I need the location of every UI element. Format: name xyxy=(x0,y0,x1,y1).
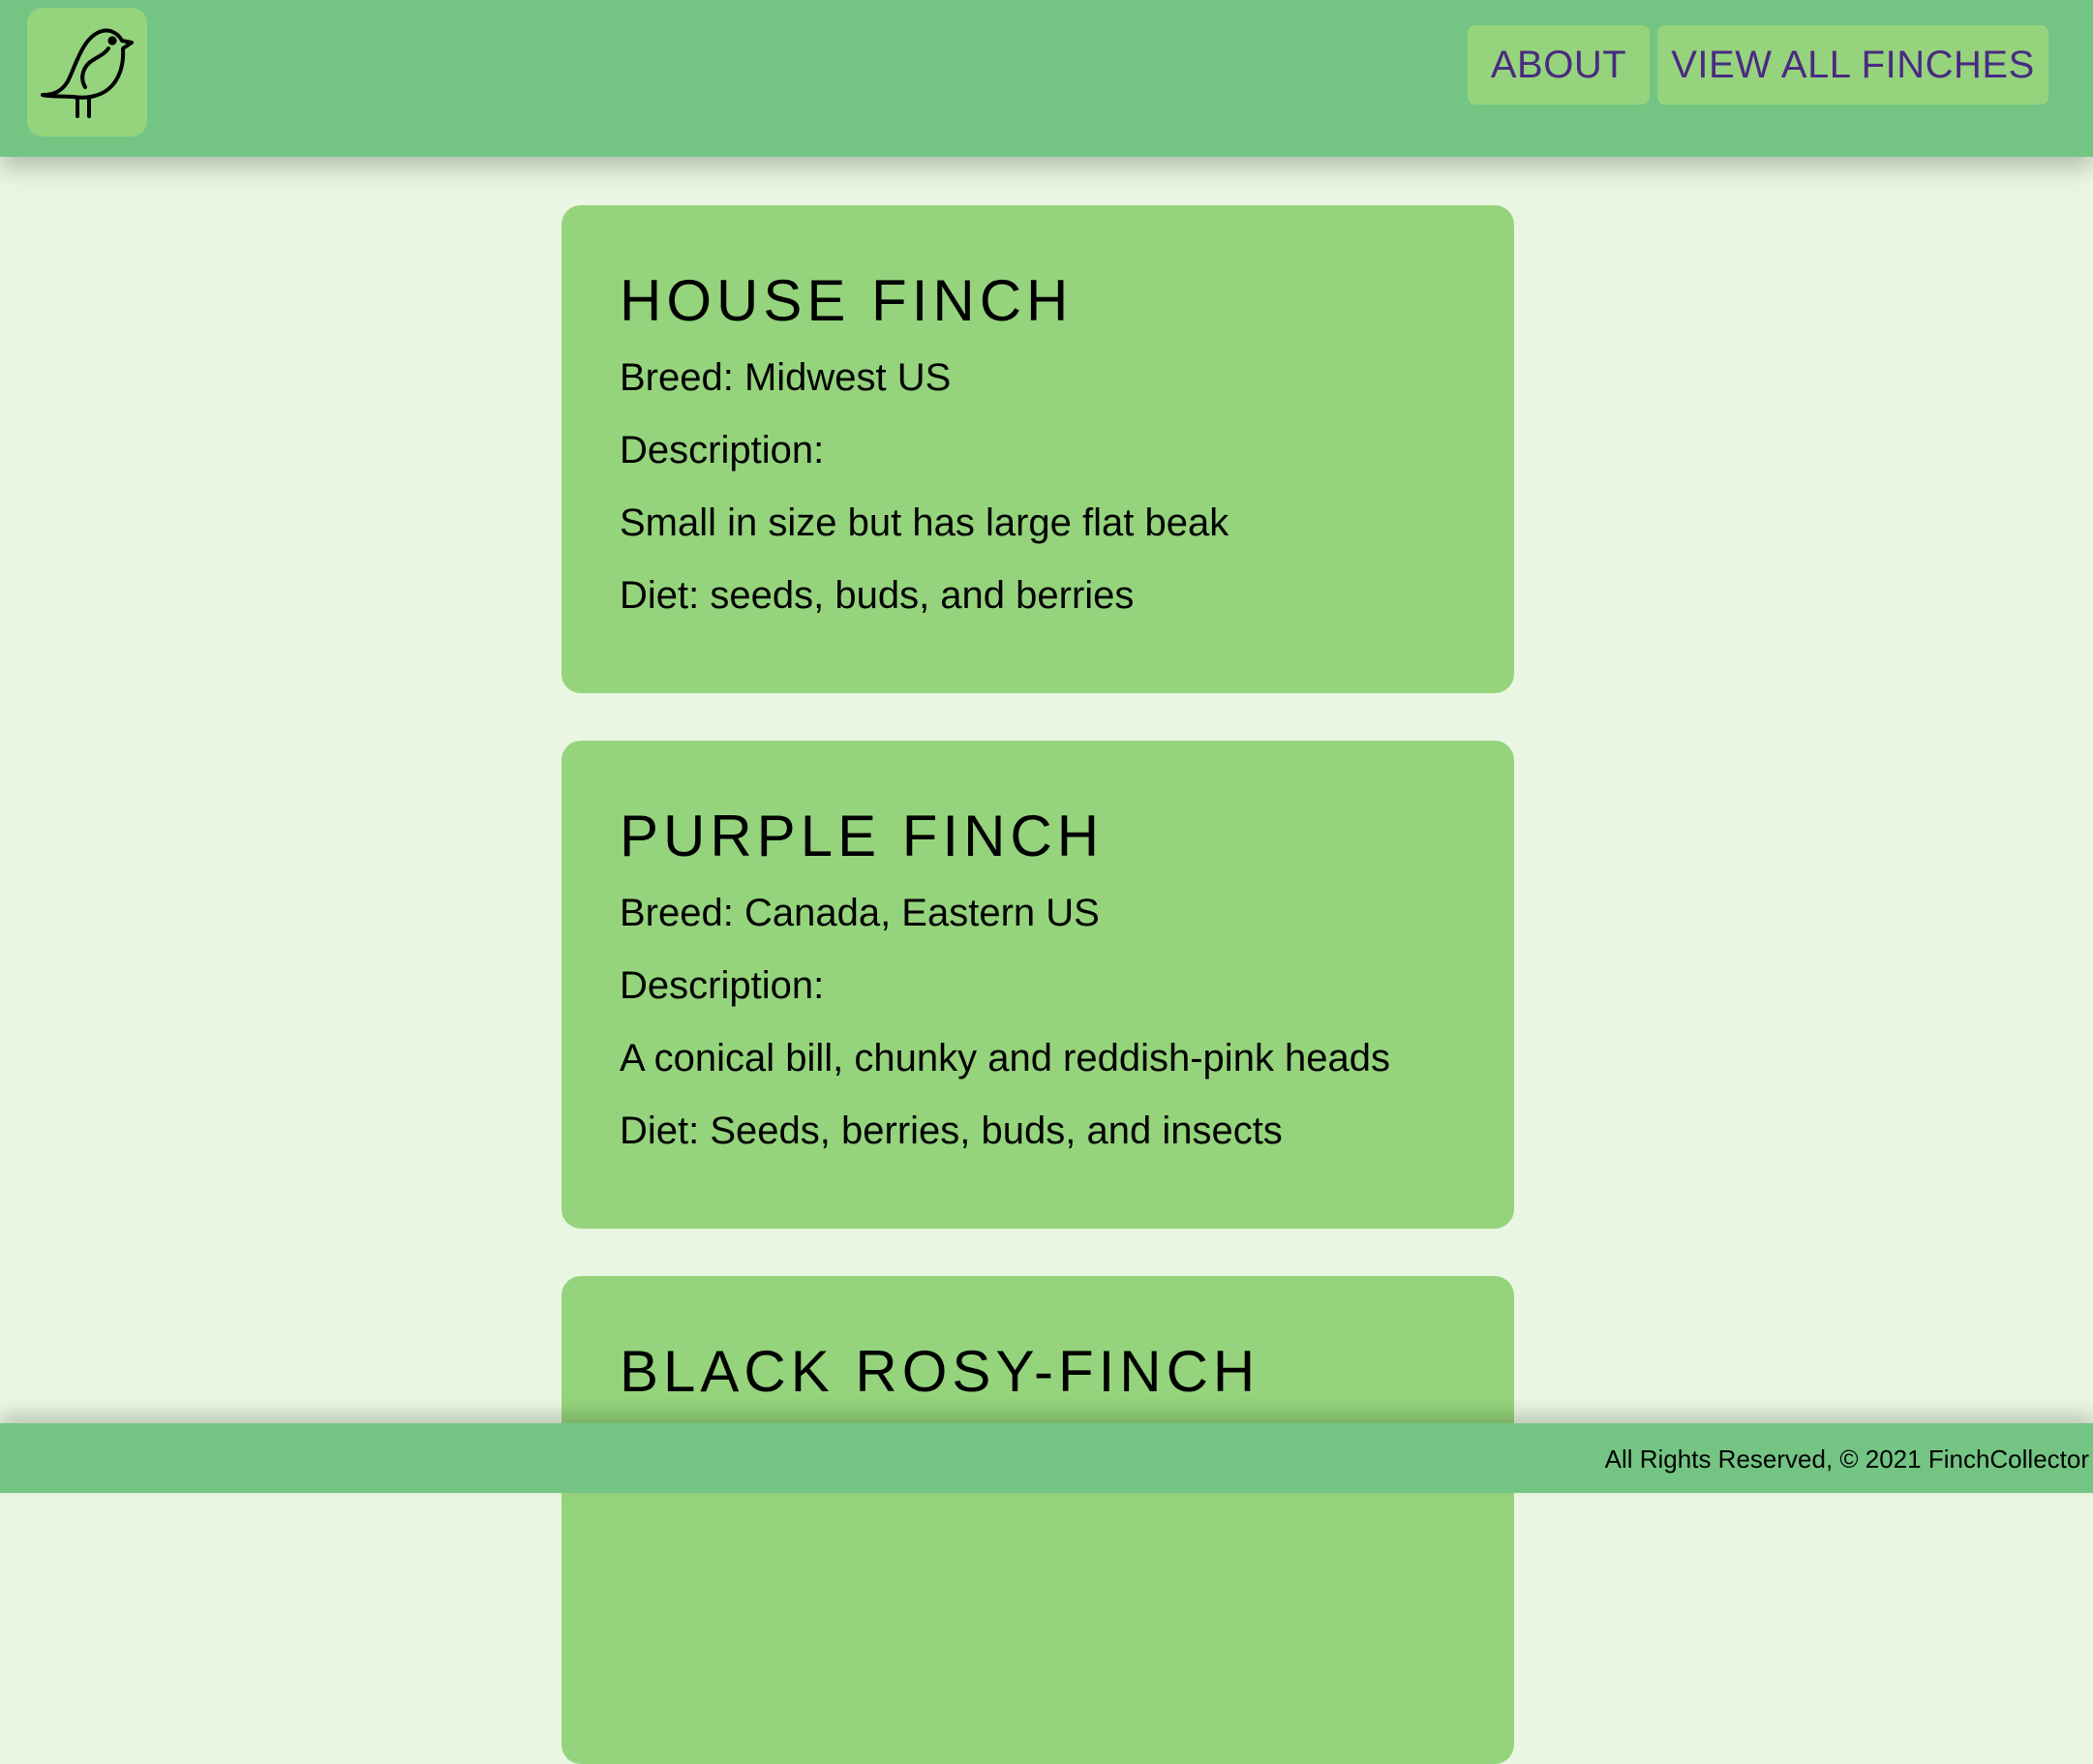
finch-description: Small in size but has large flat beak xyxy=(620,502,1229,544)
top-nav-bar: ABOUT VIEW ALL FINCHES xyxy=(0,0,2093,157)
footer: All Rights Reserved, © 2021 FinchCollect… xyxy=(0,1423,2093,1493)
finch-description: A conical bill, chunky and reddish-pink … xyxy=(620,1037,1391,1080)
finch-diet: Diet: seeds, buds, and berries xyxy=(620,574,1135,617)
finch-diet: Diet: Seeds, berries, buds, and insects xyxy=(620,1110,1283,1152)
finch-card[interactable]: PURPLE FINCH Breed: Canada, Eastern US D… xyxy=(561,741,1514,1229)
finch-description-label: Description: xyxy=(620,964,825,1007)
finch-breed: Breed: Canada, Eastern US xyxy=(620,892,1100,934)
home-logo-button[interactable] xyxy=(27,8,147,137)
finch-name: BLACK ROSY-FINCH xyxy=(620,1339,1260,1404)
finch-card[interactable]: BLACK ROSY-FINCH xyxy=(561,1276,1514,1764)
about-link[interactable]: ABOUT xyxy=(1468,25,1650,105)
finch-name: HOUSE FINCH xyxy=(620,268,1074,333)
copyright-text: All Rights Reserved, © 2021 FinchCollect… xyxy=(1604,1445,2089,1474)
finch-name: PURPLE FINCH xyxy=(620,804,1105,868)
finch-description-label: Description: xyxy=(620,429,825,471)
finch-card[interactable]: HOUSE FINCH Breed: Midwest US Descriptio… xyxy=(561,205,1514,693)
bird-icon xyxy=(39,19,136,125)
finch-breed: Breed: Midwest US xyxy=(620,356,952,399)
view-all-finches-link[interactable]: VIEW ALL FINCHES xyxy=(1657,25,2048,105)
